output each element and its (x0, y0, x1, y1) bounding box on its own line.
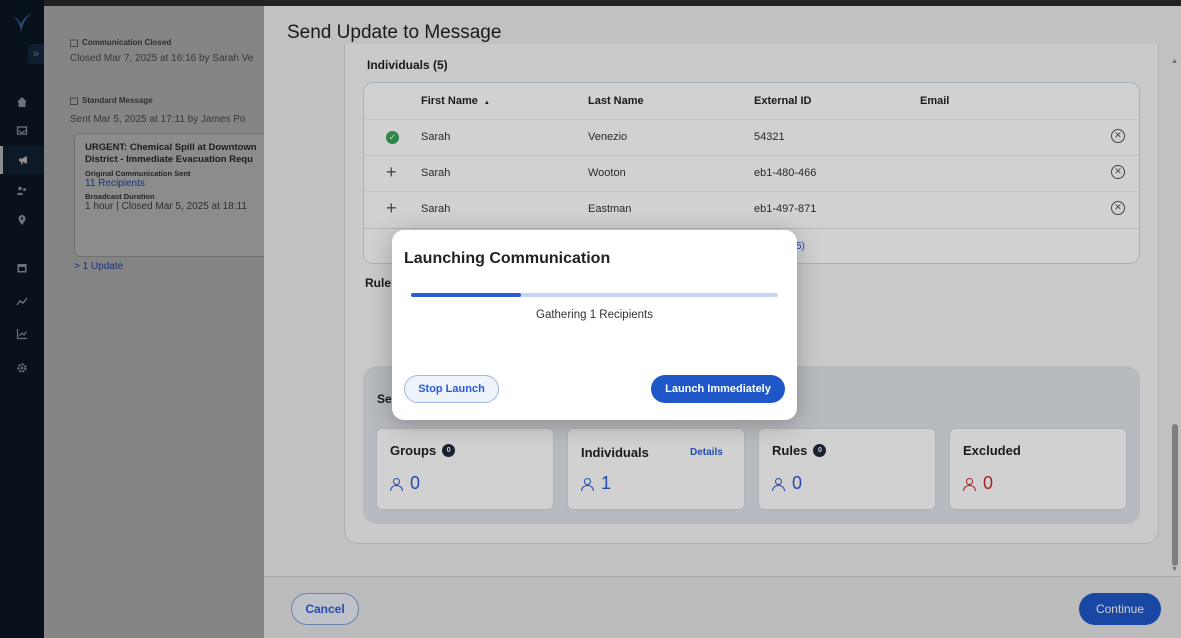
launch-progress-bar (411, 293, 778, 297)
background-dim (0, 0, 264, 638)
launch-status-text: Gathering 1 Recipients (536, 309, 653, 321)
launching-modal: Launching Communication Gathering 1 Reci… (392, 230, 797, 420)
launch-immediately-button[interactable]: Launch Immediately (651, 375, 785, 403)
launch-progress-fill (411, 293, 522, 297)
stop-launch-button[interactable]: Stop Launch (404, 375, 499, 403)
modal-title: Launching Communication (404, 250, 611, 267)
